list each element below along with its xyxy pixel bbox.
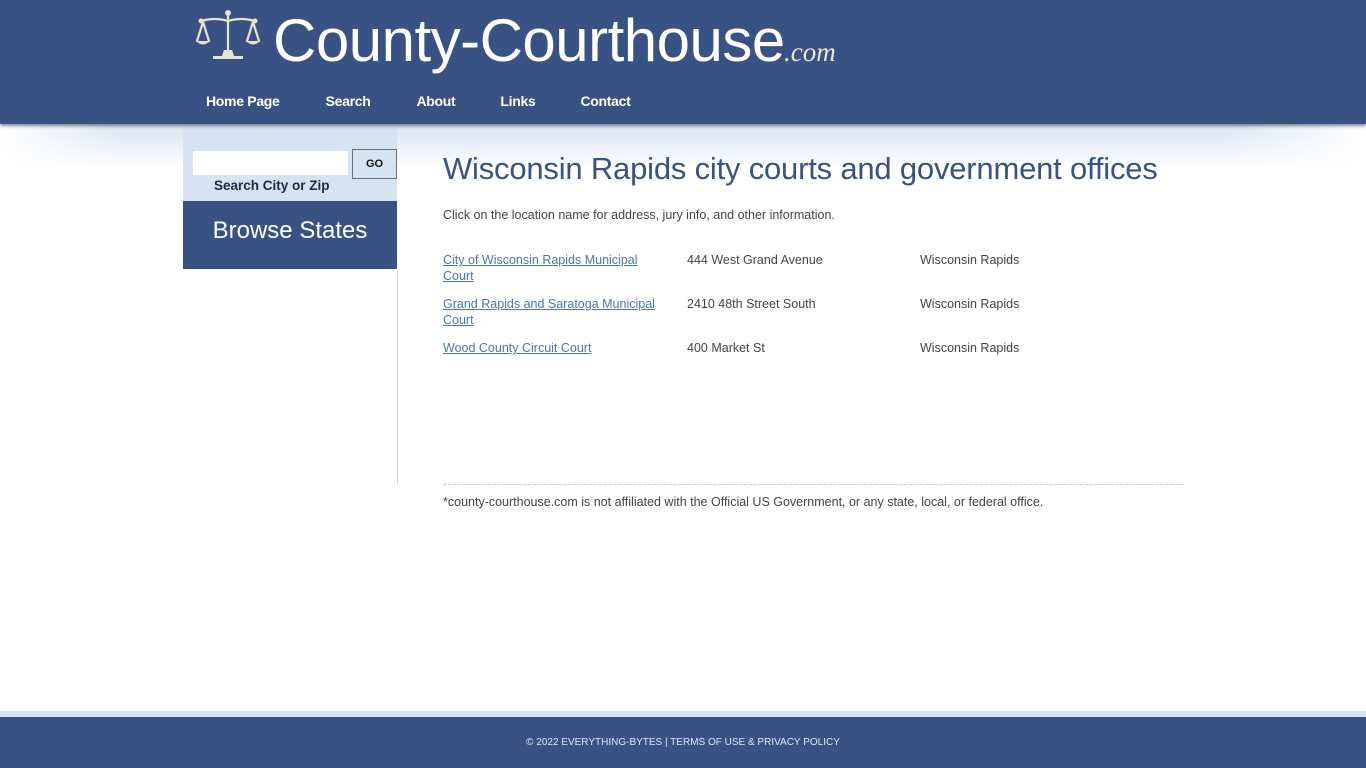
location-city: Wisconsin Rapids — [920, 341, 1020, 355]
nav-search[interactable]: Search — [326, 90, 371, 112]
main-content: Wisconsin Rapids city courts and governm… — [443, 150, 1183, 368]
scales-of-justice-icon — [195, 10, 261, 59]
table-row: City of Wisconsin Rapids Municipal Court… — [443, 252, 1043, 296]
location-link[interactable]: Wood County Circuit Court — [443, 341, 591, 355]
nav-links[interactable]: Links — [500, 90, 535, 112]
site-footer: © 2022 EVERYTHING-BYTES | TERMS OF USE &… — [0, 717, 1366, 768]
city-zip-search-input[interactable] — [193, 151, 348, 175]
main-nav: Home Page Search About Links Contact — [183, 90, 631, 112]
location-link[interactable]: Grand Rapids and Saratoga Municipal Cour… — [443, 297, 655, 327]
search-box: GO Search City or Zip — [183, 124, 397, 201]
nav-about[interactable]: About — [416, 90, 455, 112]
site-header: County-Courthouse .com Home Page Search … — [0, 0, 1366, 124]
browse-states-button[interactable]: Browse States — [183, 201, 397, 269]
search-caption: Search City or Zip — [214, 178, 330, 193]
locations-table: City of Wisconsin Rapids Municipal Court… — [443, 252, 1043, 368]
dashed-divider — [443, 484, 1183, 485]
site-logo-tld: .com — [784, 37, 836, 67]
table-row: Grand Rapids and Saratoga Municipal Cour… — [443, 296, 1043, 340]
location-address: 400 Market St — [687, 341, 765, 355]
site-logo-text[interactable]: County-Courthouse — [273, 6, 785, 76]
location-address: 444 West Grand Avenue — [687, 253, 823, 267]
sidebar: GO Search City or Zip Browse States — [183, 124, 397, 269]
location-city: Wisconsin Rapids — [920, 253, 1020, 267]
nav-home-page[interactable]: Home Page — [206, 90, 280, 112]
disclaimer-text: *county-courthouse.com is not affiliated… — [443, 495, 1044, 509]
location-city: Wisconsin Rapids — [920, 297, 1020, 311]
intro-text: Click on the location name for address, … — [443, 208, 835, 222]
location-link[interactable]: City of Wisconsin Rapids Municipal Court — [443, 253, 638, 283]
nav-contact[interactable]: Contact — [580, 90, 630, 112]
page: County-Courthouse .com Home Page Search … — [0, 0, 1366, 768]
table-row: Wood County Circuit Court 400 Market St … — [443, 340, 1043, 368]
sidebar-divider — [397, 270, 398, 484]
page-title: Wisconsin Rapids city courts and governm… — [443, 151, 1158, 186]
location-address: 2410 48th Street South — [687, 297, 816, 311]
footer-terms-link[interactable]: © 2022 EVERYTHING-BYTES | TERMS OF USE &… — [526, 737, 840, 748]
go-button[interactable]: GO — [352, 149, 397, 179]
